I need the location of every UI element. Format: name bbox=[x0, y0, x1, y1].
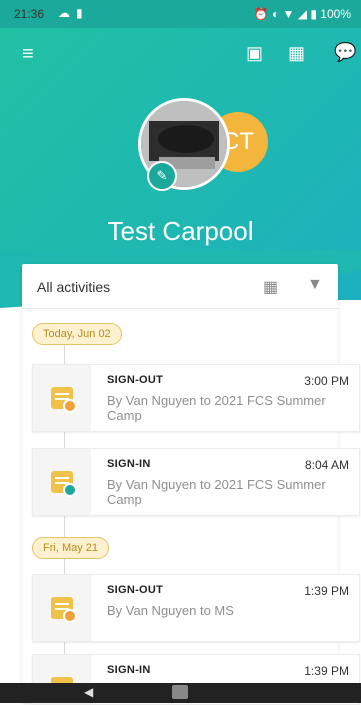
activities-card: All activities ▦ ▼ Today, Jun 02 SIGN-OU… bbox=[22, 264, 360, 705]
edit-photo-button[interactable]: ✎ bbox=[147, 161, 177, 191]
signal-icon: ◢ bbox=[297, 7, 307, 21]
card-title: All activities bbox=[37, 279, 111, 295]
card-header: All activities ▦ ▼ bbox=[22, 264, 338, 309]
chat-icon[interactable]: 💬 bbox=[334, 42, 356, 63]
activity-icon-box bbox=[33, 575, 91, 641]
sign-out-badge bbox=[63, 399, 77, 413]
list-item[interactable]: SIGN-OUT 3:00 PM By Van Nguyen to 2021 F… bbox=[32, 364, 360, 432]
sign-out-badge bbox=[63, 609, 77, 623]
sign-in-badge bbox=[63, 483, 77, 497]
activity-time: 3:00 PM bbox=[304, 374, 349, 388]
activity-type: SIGN-IN bbox=[107, 664, 151, 676]
qr-scan-icon[interactable]: ▣ bbox=[246, 43, 263, 64]
wifi-icon: ▼ bbox=[282, 7, 295, 21]
activity-icon bbox=[51, 387, 77, 413]
cloud-icon: ☁ bbox=[58, 6, 70, 20]
activity-time: 1:39 PM bbox=[304, 584, 349, 598]
battery-level: 100% bbox=[320, 7, 351, 21]
page-title: Test Carpool bbox=[107, 216, 254, 246]
activity-type: SIGN-OUT bbox=[107, 374, 164, 386]
activity-type: SIGN-IN bbox=[107, 458, 151, 470]
status-right: ⏰ ◐ ▼ ◢ ▮ 100% bbox=[254, 7, 351, 21]
activity-desc: By Van Nguyen to 2021 FCS Summer Camp bbox=[107, 477, 326, 507]
back-icon[interactable]: ◀ bbox=[84, 685, 93, 699]
system-nav-bar: ◀ bbox=[0, 683, 361, 703]
list-item[interactable]: SIGN-IN 8:04 AM By Van Nguyen to 2021 FC… bbox=[32, 448, 360, 516]
activity-icon-box bbox=[33, 365, 91, 431]
calendar-filter-icon[interactable]: ▦ bbox=[263, 277, 278, 297]
date-separator: Fri, May 21 bbox=[32, 537, 110, 559]
activity-time: 1:39 PM bbox=[304, 664, 349, 678]
filter-icon[interactable]: ▼ bbox=[307, 276, 323, 294]
sim-icon: ▮ bbox=[76, 6, 83, 20]
alarm-icon: ⏰ bbox=[253, 7, 269, 21]
data-saver-icon: ◐ bbox=[271, 7, 280, 21]
pencil-icon: ✎ bbox=[156, 168, 168, 183]
activity-desc: By Van Nguyen to 2021 FCS Summer Camp bbox=[107, 393, 326, 423]
date-pill: Fri, May 21 bbox=[32, 537, 110, 559]
activity-icon bbox=[51, 471, 77, 497]
activity-icon-box bbox=[33, 449, 91, 515]
menu-icon[interactable]: ≡ bbox=[22, 43, 34, 66]
date-pill: Today, Jun 02 bbox=[32, 323, 122, 345]
activity-desc: By Van Nguyen to MS bbox=[107, 603, 234, 618]
activity-type: SIGN-OUT bbox=[107, 584, 164, 596]
home-icon[interactable] bbox=[172, 685, 188, 699]
activity-icon bbox=[51, 597, 77, 623]
date-separator: Today, Jun 02 bbox=[32, 323, 122, 345]
status-bar: 21:36 ☁ ▮ ⏰ ◐ ▼ ◢ ▮ 100% bbox=[0, 0, 361, 28]
battery-icon: ▮ bbox=[310, 7, 317, 21]
activity-time: 8:04 AM bbox=[304, 458, 349, 472]
calendar-icon[interactable]: ▦ bbox=[288, 43, 305, 64]
list-item[interactable]: SIGN-OUT 1:39 PM By Van Nguyen to MS bbox=[32, 574, 360, 642]
